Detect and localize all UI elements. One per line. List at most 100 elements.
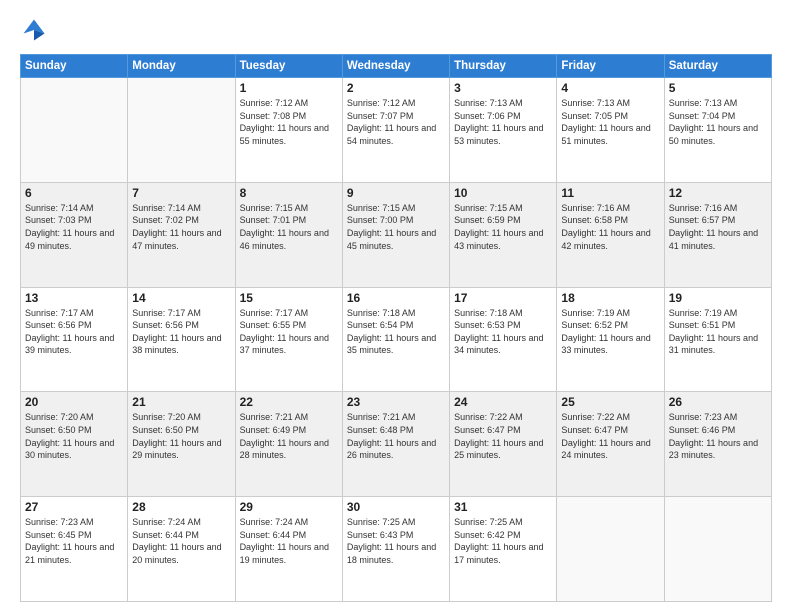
calendar-cell — [128, 78, 235, 183]
cell-info: Sunrise: 7:13 AM Sunset: 7:06 PM Dayligh… — [454, 97, 552, 147]
day-number: 16 — [347, 291, 445, 305]
day-number: 5 — [669, 81, 767, 95]
cell-info: Sunrise: 7:14 AM Sunset: 7:02 PM Dayligh… — [132, 202, 230, 252]
calendar-cell: 15 Sunrise: 7:17 AM Sunset: 6:55 PM Dayli… — [235, 287, 342, 392]
day-number: 17 — [454, 291, 552, 305]
day-number: 21 — [132, 395, 230, 409]
calendar-cell: 27 Sunrise: 7:23 AM Sunset: 6:45 PM Dayli… — [21, 497, 128, 602]
weekday-header-tuesday: Tuesday — [235, 55, 342, 78]
day-number: 6 — [25, 186, 123, 200]
week-row-2: 6Sunrise: 7:14 AM Sunset: 7:03 PM Daylig… — [21, 182, 772, 287]
logo — [20, 16, 52, 44]
day-number: 4 — [561, 81, 659, 95]
calendar-cell: 29 Sunrise: 7:24 AM Sunset: 6:44 PM Dayli… — [235, 497, 342, 602]
day-number: 2 — [347, 81, 445, 95]
week-row-3: 13 Sunrise: 7:17 AM Sunset: 6:56 PM Dayli… — [21, 287, 772, 392]
cell-info: Sunrise: 7:12 AM Sunset: 7:08 PM Dayligh… — [240, 97, 338, 147]
calendar-cell: 22 Sunrise: 7:21 AM Sunset: 6:49 PM Dayli… — [235, 392, 342, 497]
page: SundayMondayTuesdayWednesdayThursdayFrid… — [0, 0, 792, 612]
cell-info: Sunrise: 7:18 AM Sunset: 6:54 PM Dayligh… — [347, 307, 445, 357]
cell-info: Sunrise: 7:15 AM Sunset: 7:01 PM Dayligh… — [240, 202, 338, 252]
cell-info: Sunrise: 7:21 AM Sunset: 6:49 PM Dayligh… — [240, 411, 338, 461]
day-number: 29 — [240, 500, 338, 514]
weekday-header-monday: Monday — [128, 55, 235, 78]
cell-info: Sunrise: 7:13 AM Sunset: 7:04 PM Dayligh… — [669, 97, 767, 147]
calendar-cell: 11 Sunrise: 7:16 AM Sunset: 6:58 PM Dayli… — [557, 182, 664, 287]
calendar-cell: 31 Sunrise: 7:25 AM Sunset: 6:42 PM Dayli… — [450, 497, 557, 602]
header — [20, 16, 772, 44]
day-number: 19 — [669, 291, 767, 305]
calendar-cell: 2 Sunrise: 7:12 AM Sunset: 7:07 PM Daylig… — [342, 78, 449, 183]
day-number: 14 — [132, 291, 230, 305]
calendar-cell: 13 Sunrise: 7:17 AM Sunset: 6:56 PM Dayli… — [21, 287, 128, 392]
calendar-cell: 6Sunrise: 7:14 AM Sunset: 7:03 PM Daylig… — [21, 182, 128, 287]
calendar-cell: 14 Sunrise: 7:17 AM Sunset: 6:56 PM Dayli… — [128, 287, 235, 392]
cell-info: Sunrise: 7:18 AM Sunset: 6:53 PM Dayligh… — [454, 307, 552, 357]
calendar-cell: 17 Sunrise: 7:18 AM Sunset: 6:53 PM Dayli… — [450, 287, 557, 392]
calendar-cell: 26Sunrise: 7:23 AM Sunset: 6:46 PM Dayli… — [664, 392, 771, 497]
cell-info: Sunrise: 7:19 AM Sunset: 6:52 PM Dayligh… — [561, 307, 659, 357]
day-number: 27 — [25, 500, 123, 514]
cell-info: Sunrise: 7:24 AM Sunset: 6:44 PM Dayligh… — [240, 516, 338, 566]
week-row-1: 1 Sunrise: 7:12 AM Sunset: 7:08 PM Daylig… — [21, 78, 772, 183]
cell-info: Sunrise: 7:22 AM Sunset: 6:47 PM Dayligh… — [561, 411, 659, 461]
day-number: 30 — [347, 500, 445, 514]
calendar-cell: 21 Sunrise: 7:20 AM Sunset: 6:50 PM Dayli… — [128, 392, 235, 497]
calendar-cell: 28 Sunrise: 7:24 AM Sunset: 6:44 PM Dayli… — [128, 497, 235, 602]
day-number: 7 — [132, 186, 230, 200]
calendar-cell: 24 Sunrise: 7:22 AM Sunset: 6:47 PM Dayli… — [450, 392, 557, 497]
calendar-cell — [664, 497, 771, 602]
calendar-cell: 1 Sunrise: 7:12 AM Sunset: 7:08 PM Daylig… — [235, 78, 342, 183]
day-number: 28 — [132, 500, 230, 514]
day-number: 25 — [561, 395, 659, 409]
weekday-header-row: SundayMondayTuesdayWednesdayThursdayFrid… — [21, 55, 772, 78]
cell-info: Sunrise: 7:17 AM Sunset: 6:55 PM Dayligh… — [240, 307, 338, 357]
cell-info: Sunrise: 7:13 AM Sunset: 7:05 PM Dayligh… — [561, 97, 659, 147]
day-number: 1 — [240, 81, 338, 95]
calendar-cell: 19 Sunrise: 7:19 AM Sunset: 6:51 PM Dayli… — [664, 287, 771, 392]
day-number: 31 — [454, 500, 552, 514]
cell-info: Sunrise: 7:20 AM Sunset: 6:50 PM Dayligh… — [132, 411, 230, 461]
day-number: 10 — [454, 186, 552, 200]
cell-info: Sunrise: 7:22 AM Sunset: 6:47 PM Dayligh… — [454, 411, 552, 461]
cell-info: Sunrise: 7:15 AM Sunset: 6:59 PM Dayligh… — [454, 202, 552, 252]
calendar-cell: 10 Sunrise: 7:15 AM Sunset: 6:59 PM Dayli… — [450, 182, 557, 287]
cell-info: Sunrise: 7:12 AM Sunset: 7:07 PM Dayligh… — [347, 97, 445, 147]
cell-info: Sunrise: 7:16 AM Sunset: 6:58 PM Dayligh… — [561, 202, 659, 252]
cell-info: Sunrise: 7:25 AM Sunset: 6:43 PM Dayligh… — [347, 516, 445, 566]
cell-info: Sunrise: 7:15 AM Sunset: 7:00 PM Dayligh… — [347, 202, 445, 252]
day-number: 24 — [454, 395, 552, 409]
day-number: 3 — [454, 81, 552, 95]
day-number: 9 — [347, 186, 445, 200]
cell-info: Sunrise: 7:17 AM Sunset: 6:56 PM Dayligh… — [25, 307, 123, 357]
calendar-table: SundayMondayTuesdayWednesdayThursdayFrid… — [20, 54, 772, 602]
calendar-cell — [21, 78, 128, 183]
day-number: 11 — [561, 186, 659, 200]
day-number: 18 — [561, 291, 659, 305]
weekday-header-wednesday: Wednesday — [342, 55, 449, 78]
weekday-header-saturday: Saturday — [664, 55, 771, 78]
calendar-cell — [557, 497, 664, 602]
calendar-cell: 18 Sunrise: 7:19 AM Sunset: 6:52 PM Dayli… — [557, 287, 664, 392]
day-number: 15 — [240, 291, 338, 305]
cell-info: Sunrise: 7:25 AM Sunset: 6:42 PM Dayligh… — [454, 516, 552, 566]
cell-info: Sunrise: 7:20 AM Sunset: 6:50 PM Dayligh… — [25, 411, 123, 461]
calendar-cell: 3 Sunrise: 7:13 AM Sunset: 7:06 PM Daylig… — [450, 78, 557, 183]
day-number: 20 — [25, 395, 123, 409]
calendar-cell: 20 Sunrise: 7:20 AM Sunset: 6:50 PM Dayli… — [21, 392, 128, 497]
day-number: 22 — [240, 395, 338, 409]
cell-info: Sunrise: 7:19 AM Sunset: 6:51 PM Dayligh… — [669, 307, 767, 357]
day-number: 13 — [25, 291, 123, 305]
logo-icon — [20, 16, 48, 44]
calendar-cell: 9 Sunrise: 7:15 AM Sunset: 7:00 PM Daylig… — [342, 182, 449, 287]
cell-info: Sunrise: 7:21 AM Sunset: 6:48 PM Dayligh… — [347, 411, 445, 461]
day-number: 23 — [347, 395, 445, 409]
cell-info: Sunrise: 7:24 AM Sunset: 6:44 PM Dayligh… — [132, 516, 230, 566]
calendar-cell: 16 Sunrise: 7:18 AM Sunset: 6:54 PM Dayli… — [342, 287, 449, 392]
calendar-cell: 23 Sunrise: 7:21 AM Sunset: 6:48 PM Dayli… — [342, 392, 449, 497]
cell-info: Sunrise: 7:23 AM Sunset: 6:45 PM Dayligh… — [25, 516, 123, 566]
day-number: 8 — [240, 186, 338, 200]
weekday-header-sunday: Sunday — [21, 55, 128, 78]
cell-info: Sunrise: 7:17 AM Sunset: 6:56 PM Dayligh… — [132, 307, 230, 357]
cell-info: Sunrise: 7:23 AM Sunset: 6:46 PM Dayligh… — [669, 411, 767, 461]
